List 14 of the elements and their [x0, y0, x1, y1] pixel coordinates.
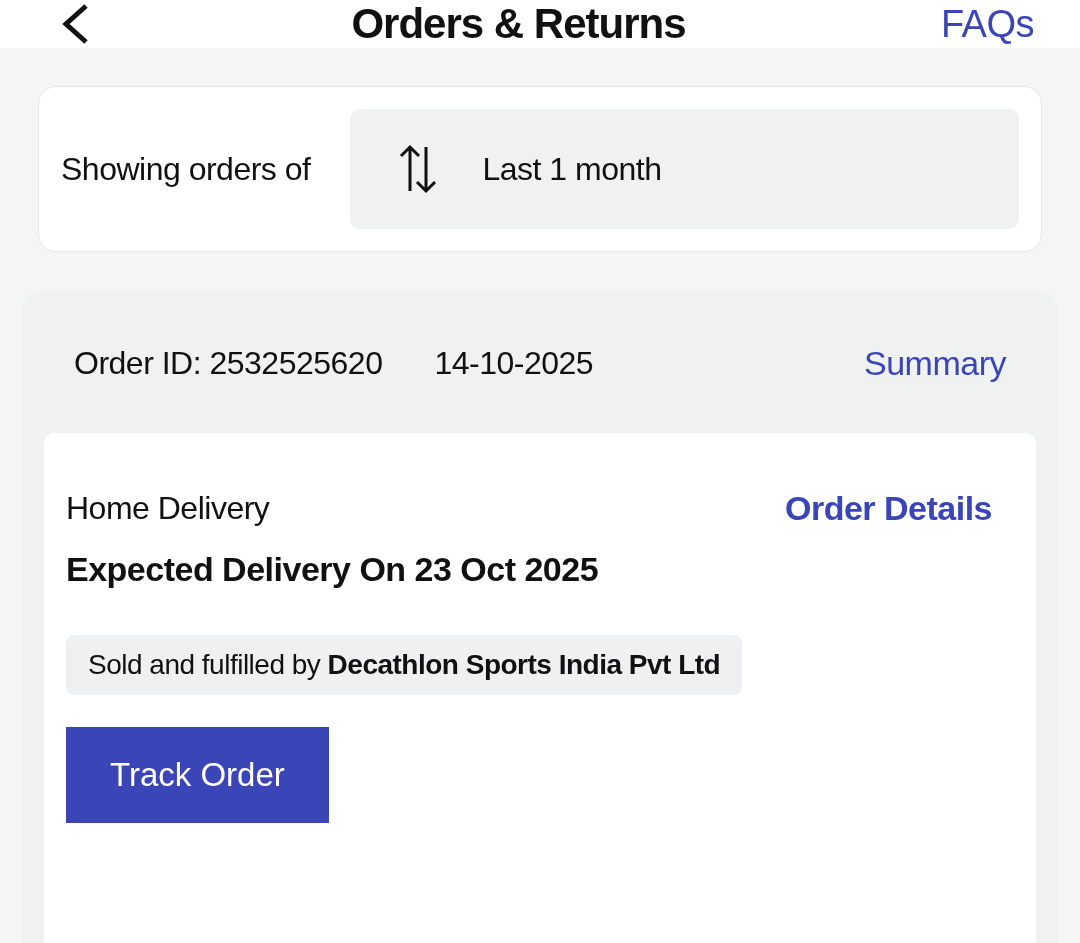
filter-label: Showing orders of — [61, 150, 311, 188]
faqs-link[interactable]: FAQs — [940, 2, 1034, 46]
page-title: Orders & Returns — [351, 0, 686, 48]
order-date: 14-10-2025 — [434, 345, 594, 382]
back-icon — [60, 2, 90, 46]
order-id: Order ID: 2532525620 — [74, 345, 383, 382]
order-details-link[interactable]: Order Details — [784, 489, 992, 528]
sort-icon — [398, 143, 439, 195]
track-order-button[interactable]: Track Order — [66, 727, 329, 823]
summary-link[interactable]: Summary — [864, 344, 1006, 383]
seller-info: Sold and fulfilled by Decathlon Sports India Pvt Ltd — [66, 635, 743, 695]
period-dropdown[interactable]: Last 1 month — [350, 109, 1019, 229]
expected-delivery: Expected Delivery On 23 Oct 2025 — [66, 550, 600, 589]
delivery-type: Home Delivery — [66, 490, 270, 527]
